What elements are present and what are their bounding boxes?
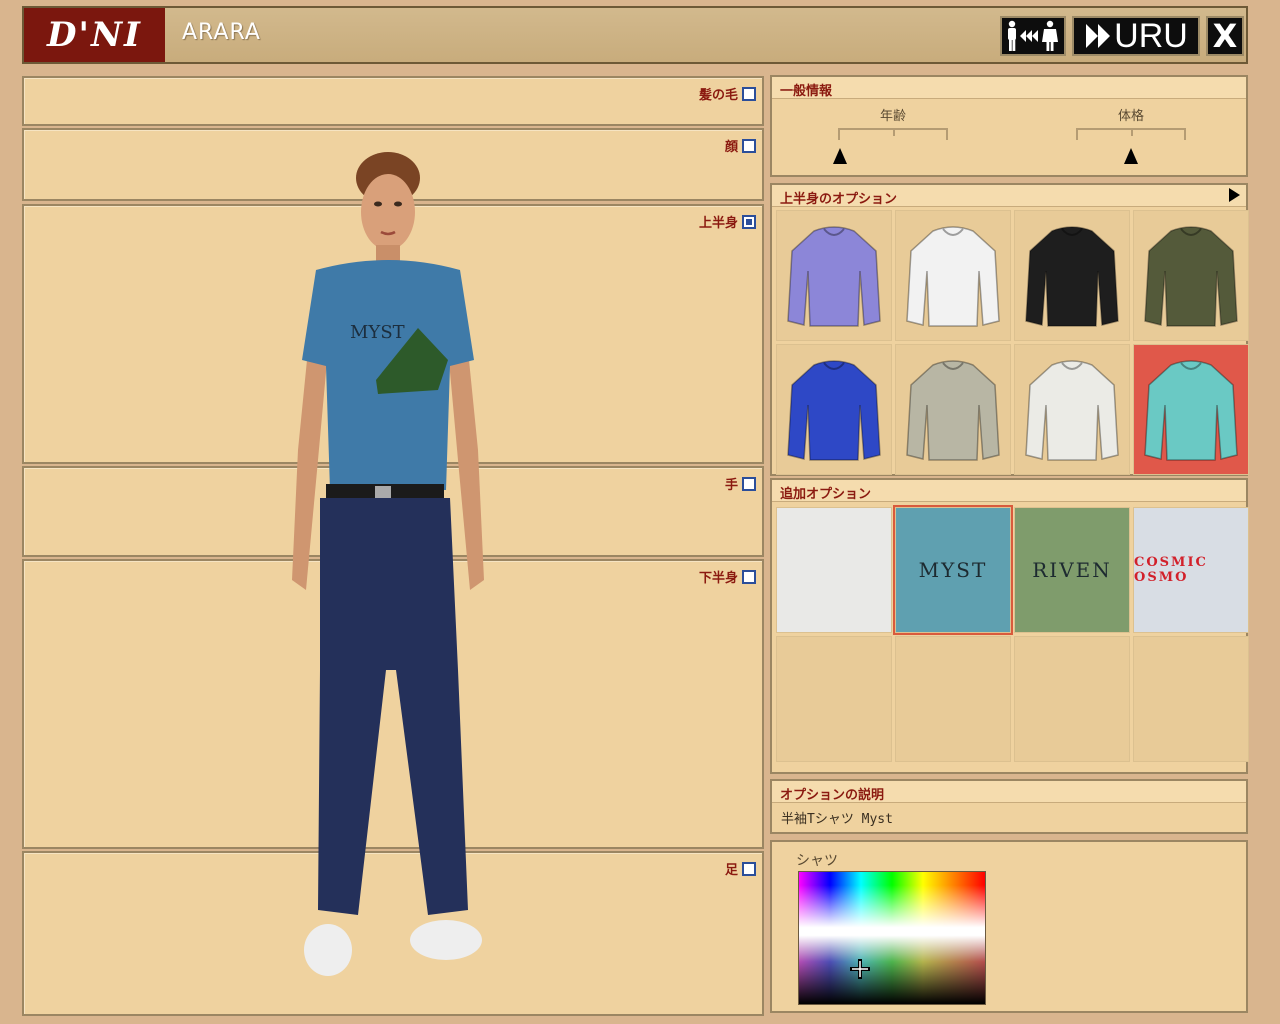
- fast-forward-icon: [1086, 24, 1111, 48]
- people-icon: [1008, 20, 1058, 51]
- decal-label-myst: MYST: [918, 558, 988, 582]
- close-icon: X: [1212, 17, 1238, 55]
- option-description-panel: オプションの説明 半袖Tシャツ Myst: [770, 779, 1248, 834]
- legs-checkbox[interactable]: [742, 569, 756, 584]
- hands-panel[interactable]: 手: [22, 466, 764, 557]
- decal-label-riven: RIVEN: [1032, 558, 1112, 582]
- dni-logo: D'NI: [24, 8, 165, 62]
- age-track[interactable]: [833, 128, 948, 164]
- empty-decal-slot: [1133, 636, 1249, 762]
- hair-panel[interactable]: 髪の毛: [22, 76, 764, 126]
- empty-decal-slot: [895, 636, 1011, 762]
- clothing-option-olive-hoodie[interactable]: [1133, 210, 1249, 341]
- switch-avatar-button[interactable]: [1000, 16, 1066, 56]
- age-slider-thumb[interactable]: [833, 148, 847, 164]
- player-name: ARARA: [182, 20, 261, 45]
- grey-sweater-icon: [906, 359, 1000, 461]
- option-description-title: オプションの説明: [772, 781, 1246, 803]
- olive-hoodie-icon: [1144, 225, 1238, 327]
- empty-decal-slot: [776, 636, 892, 762]
- upper-options-title: 上半身のオプション: [780, 192, 898, 207]
- feet-label: 足: [724, 863, 738, 878]
- torso-label: 上半身: [698, 216, 738, 231]
- general-info-panel: 一般情報 年齢 体格: [770, 75, 1248, 177]
- torso-checkbox[interactable]: [742, 214, 756, 229]
- build-track[interactable]: [1076, 128, 1186, 164]
- hands-label: 手: [724, 478, 738, 493]
- clothing-option-black-leather-jacket[interactable]: [1014, 210, 1130, 341]
- black-leather-jacket-icon: [1025, 225, 1119, 327]
- close-button[interactable]: X: [1206, 16, 1244, 56]
- color-panel: シャツ: [770, 840, 1248, 1013]
- uru-label: URU: [1114, 16, 1188, 55]
- white-tank-icon: [906, 225, 1000, 327]
- hair-label: 髪の毛: [698, 88, 738, 103]
- legs-panel[interactable]: 下半身: [22, 559, 764, 849]
- logo-text: D'NI: [47, 15, 142, 55]
- face-panel[interactable]: 顔: [22, 128, 764, 201]
- legs-label: 下半身: [698, 571, 738, 586]
- purple-jacket-icon: [787, 225, 881, 327]
- extra-options-grid: MYST RIVEN COSMIC OSMO: [776, 505, 1249, 762]
- crosshair-icon: [850, 959, 870, 979]
- hands-checkbox[interactable]: [742, 476, 756, 491]
- teal-tshirt-icon: [1144, 359, 1238, 461]
- clothing-option-blue-hoodie[interactable]: [776, 344, 892, 475]
- build-slider-thumb[interactable]: [1124, 148, 1138, 164]
- upper-body-options-panel: 上半身のオプション: [770, 183, 1249, 476]
- uru-button[interactable]: URU: [1072, 16, 1200, 56]
- top-bar: D'NI ARARA URU X: [22, 6, 1248, 64]
- decal-option-cosmic-osmo[interactable]: COSMIC OSMO: [1133, 507, 1249, 633]
- decal-option-blank[interactable]: [776, 507, 892, 633]
- decal-option-myst[interactable]: MYST: [893, 505, 1013, 635]
- white-longsleeve-icon: [1025, 359, 1119, 461]
- decal-option-riven[interactable]: RIVEN: [1014, 507, 1130, 633]
- build-label: 体格: [1117, 109, 1144, 124]
- clothing-option-grey-sweater[interactable]: [895, 344, 1011, 475]
- color-picker[interactable]: [798, 871, 986, 1005]
- torso-panel[interactable]: 上半身: [22, 204, 764, 464]
- upper-body-options-grid: [776, 210, 1249, 475]
- general-info-title: 一般情報: [772, 77, 1246, 99]
- blue-hoodie-icon: [787, 359, 881, 461]
- age-slider[interactable]: 年齢: [833, 105, 948, 164]
- extra-options-panel: 追加オプション MYST RIVEN COSMIC OSMO: [770, 478, 1249, 774]
- extra-options-title: 追加オプション: [772, 480, 1246, 502]
- face-label: 顔: [724, 140, 738, 155]
- feet-panel[interactable]: 足: [22, 851, 764, 1016]
- next-page-arrow-icon[interactable]: [1229, 188, 1240, 202]
- decal-label-cosmic-osmo: COSMIC OSMO: [1134, 555, 1208, 585]
- empty-decal-slot: [1014, 636, 1130, 762]
- color-label: シャツ: [796, 853, 838, 869]
- clothing-option-white-tank[interactable]: [895, 210, 1011, 341]
- clothing-option-teal-tshirt[interactable]: [1133, 344, 1249, 475]
- face-checkbox[interactable]: [742, 138, 756, 153]
- clothing-option-purple-jacket[interactable]: [776, 210, 892, 341]
- age-label: 年齢: [879, 109, 906, 124]
- hair-checkbox[interactable]: [742, 86, 756, 101]
- build-slider[interactable]: 体格: [1076, 105, 1186, 164]
- option-description-text: 半袖Tシャツ Myst: [781, 812, 893, 827]
- feet-checkbox[interactable]: [742, 861, 756, 876]
- clothing-option-white-longsleeve[interactable]: [1014, 344, 1130, 475]
